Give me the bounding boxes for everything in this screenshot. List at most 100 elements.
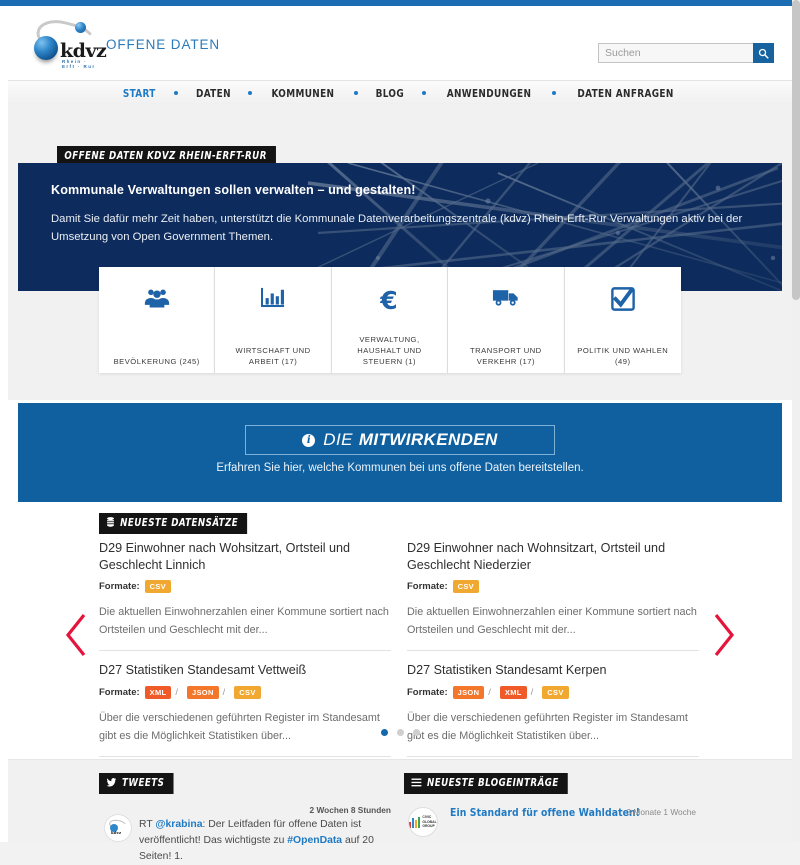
carousel-dot-1[interactable] bbox=[380, 729, 388, 736]
scrollbar-thumb[interactable] bbox=[792, 0, 800, 300]
euro-icon: € bbox=[332, 286, 447, 318]
tweets-tag: TWEETS bbox=[99, 773, 174, 794]
nav-item-anwendungen[interactable]: ANWENDUNGEN bbox=[447, 87, 532, 100]
dataset-item: D29 Einwohner nach Wohsitzart, Ortsteil … bbox=[99, 540, 391, 651]
category-card-label: VERWALTUNG, HAUSHALT UND STEUERN (1) bbox=[357, 335, 422, 366]
dataset-title[interactable]: D27 Statistiken Standesamt Kerpen bbox=[407, 662, 699, 679]
blog-tag-label: NEUESTE BLOGEINTRÄGE bbox=[427, 777, 559, 789]
contributors-button-word2: MITWIRKENDEN bbox=[358, 430, 498, 449]
site-logo[interactable]: kdvz Rhein · Erft · Rur OFFENE DATEN bbox=[30, 15, 221, 69]
format-badge-csv[interactable]: CSV bbox=[144, 580, 171, 593]
page-scrollbar[interactable] bbox=[792, 0, 800, 842]
tweet-handle-link[interactable]: @krabina bbox=[155, 819, 202, 830]
checkbox-icon bbox=[565, 287, 681, 316]
carousel-next-button[interactable] bbox=[710, 612, 736, 658]
bar-chart-icon bbox=[215, 287, 330, 316]
logo-tagline: Rhein · Erft · Rur bbox=[62, 59, 96, 69]
category-card-3[interactable]: € VERWALTUNG, HAUSHALT UND STEUERN (1) bbox=[331, 267, 449, 373]
search-icon bbox=[758, 48, 769, 59]
dataset-formats: Formate: CSV bbox=[407, 580, 699, 593]
tweet-avatar: kdvz bbox=[104, 814, 132, 842]
dataset-title[interactable]: D27 Statistiken Standesamt Vettweiß bbox=[99, 662, 391, 679]
tweets-tag-label: TWEETS bbox=[122, 777, 165, 789]
avatar-wordmark: kdvz bbox=[111, 830, 122, 835]
dataset-description: Die aktuellen Einwohnerzahlen einer Komm… bbox=[407, 606, 697, 636]
dataset-item: D27 Statistiken Standesamt Vettweiß Forma… bbox=[99, 662, 391, 757]
info-icon: i bbox=[302, 433, 316, 447]
contributors-button[interactable]: i DIE MITWIRKENDEN bbox=[245, 425, 555, 455]
dataset-description: Die aktuellen Einwohnerzahlen einer Komm… bbox=[99, 606, 389, 636]
dataset-formats-label: Formate: bbox=[99, 581, 140, 592]
dataset-item: D27 Statistiken Standesamt Kerpen Formate… bbox=[407, 662, 699, 757]
category-card-label: POLITIK UND WAHLEN (49) bbox=[577, 346, 669, 366]
carousel-pagination bbox=[0, 729, 800, 736]
contributors-subtitle: Erfahren Sie hier, welche Kommunen bei u… bbox=[216, 462, 584, 474]
dataset-formats: Formate: CSV bbox=[99, 580, 391, 593]
database-icon bbox=[106, 517, 114, 530]
nav-item-daten-anfragen[interactable]: DATEN ANFRAGEN bbox=[577, 87, 673, 100]
dataset-formats-label: Formate: bbox=[99, 686, 140, 698]
logo-sphere-large-icon bbox=[34, 36, 58, 60]
category-card-4[interactable]: TRANSPORT UND VERKEHR (17) bbox=[448, 267, 565, 373]
category-card-label: BEVÖLKERUNG (245) bbox=[113, 357, 200, 366]
twitter-bird-icon bbox=[106, 778, 117, 790]
dataset-title[interactable]: D29 Einwohner nach Wohnsitzart, Ortsteil… bbox=[407, 540, 699, 573]
dataset-title[interactable]: D29 Einwohner nach Wohsitzart, Ortsteil … bbox=[99, 540, 391, 573]
chevron-right-icon bbox=[714, 614, 735, 656]
tweet-hashtag-link[interactable]: #OpenData bbox=[287, 835, 342, 846]
blog-avatar-wordmark: CIVIC GLOBAL GROUP bbox=[422, 815, 437, 829]
page-root: kdvz Rhein · Erft · Rur OFFENE DATEN STA… bbox=[0, 0, 800, 862]
carousel-dot-3[interactable] bbox=[412, 729, 420, 736]
datasets-tag-container: NEUESTE DATENSÄTZE bbox=[99, 513, 260, 534]
format-separator: / bbox=[175, 686, 179, 698]
datasets-tag-label: NEUESTE DATENSÄTZE bbox=[120, 517, 239, 529]
category-card-list: BEVÖLKERUNG (245) WIRTSCHAFT UND ARBEIT (… bbox=[99, 267, 681, 373]
site-title: OFFENE DATEN bbox=[106, 36, 221, 52]
dataset-formats: Formate: JSON / XML / CSV bbox=[407, 685, 699, 699]
format-badge-xml[interactable]: XML bbox=[144, 685, 172, 699]
contributors-button-word1: DIE bbox=[323, 430, 353, 449]
svg-text:€: € bbox=[380, 287, 398, 313]
format-badge-json[interactable]: JSON bbox=[187, 685, 219, 699]
blog-entry-title[interactable]: Ein Standard für offene Wahldaten! bbox=[450, 806, 640, 819]
search-button[interactable] bbox=[753, 43, 774, 63]
format-badge-xml[interactable]: XML bbox=[499, 685, 527, 699]
category-card-2[interactable]: WIRTSCHAFT UND ARBEIT (17) bbox=[215, 267, 332, 373]
nav-item-daten[interactable]: DATEN bbox=[196, 87, 231, 100]
dataset-formats-label: Formate: bbox=[407, 581, 448, 592]
logo-sphere-small-icon bbox=[75, 22, 86, 33]
blog-tag: NEUESTE BLOGEINTRÄGE bbox=[404, 773, 568, 794]
format-badge-csv[interactable]: CSV bbox=[542, 685, 569, 699]
category-card-5[interactable]: POLITIK UND WAHLEN (49) bbox=[564, 267, 681, 373]
carousel-prev-button[interactable] bbox=[64, 612, 90, 658]
nav-separator-dot bbox=[354, 91, 359, 95]
category-card-label: WIRTSCHAFT UND ARBEIT (17) bbox=[235, 346, 311, 366]
dataset-description: Über die verschiedenen geführten Registe… bbox=[99, 711, 380, 742]
format-badge-csv[interactable]: CSV bbox=[234, 685, 261, 699]
nav-item-blog[interactable]: BLOG bbox=[376, 87, 404, 100]
format-separator: / bbox=[222, 686, 226, 698]
category-card-label: TRANSPORT UND VERKEHR (17) bbox=[470, 346, 542, 366]
tweet-timestamp: 2 Wochen 8 Stunden bbox=[309, 805, 391, 815]
blog-avatar: CIVIC GLOBAL GROUP bbox=[408, 807, 438, 837]
people-group-icon bbox=[99, 287, 214, 314]
search-form[interactable] bbox=[598, 43, 774, 63]
main-navigation: START DATEN KOMMUNEN BLOG ANWENDUNGEN DATEN A… bbox=[8, 81, 792, 106]
kdvz-logo-mark: kdvz Rhein · Erft · Rur bbox=[30, 15, 107, 69]
format-badge-json[interactable]: JSON bbox=[452, 685, 485, 699]
nav-item-start[interactable]: START bbox=[123, 87, 156, 100]
chevron-left-icon bbox=[65, 614, 86, 656]
site-header: kdvz Rhein · Erft · Rur OFFENE DATEN bbox=[8, 6, 792, 81]
search-input[interactable] bbox=[598, 43, 753, 63]
nav-item-kommunen[interactable]: KOMMUNEN bbox=[272, 87, 335, 100]
format-badge-csv[interactable]: CSV bbox=[452, 580, 479, 593]
category-card-1[interactable]: BEVÖLKERUNG (245) bbox=[99, 267, 216, 373]
format-separator: / bbox=[488, 686, 491, 698]
tweets-tag-container: TWEETS bbox=[99, 773, 180, 794]
dataset-formats: Formate: XML / JSON / CSV bbox=[99, 685, 391, 699]
carousel-dot-2[interactable] bbox=[396, 729, 404, 736]
list-icon bbox=[411, 778, 422, 790]
contributors-band: i DIE MITWIRKENDEN Erfahren Sie hier, we… bbox=[18, 403, 782, 502]
dataset-description: Über die verschiedenen geführten Registe… bbox=[407, 711, 688, 742]
truck-icon bbox=[448, 287, 563, 312]
